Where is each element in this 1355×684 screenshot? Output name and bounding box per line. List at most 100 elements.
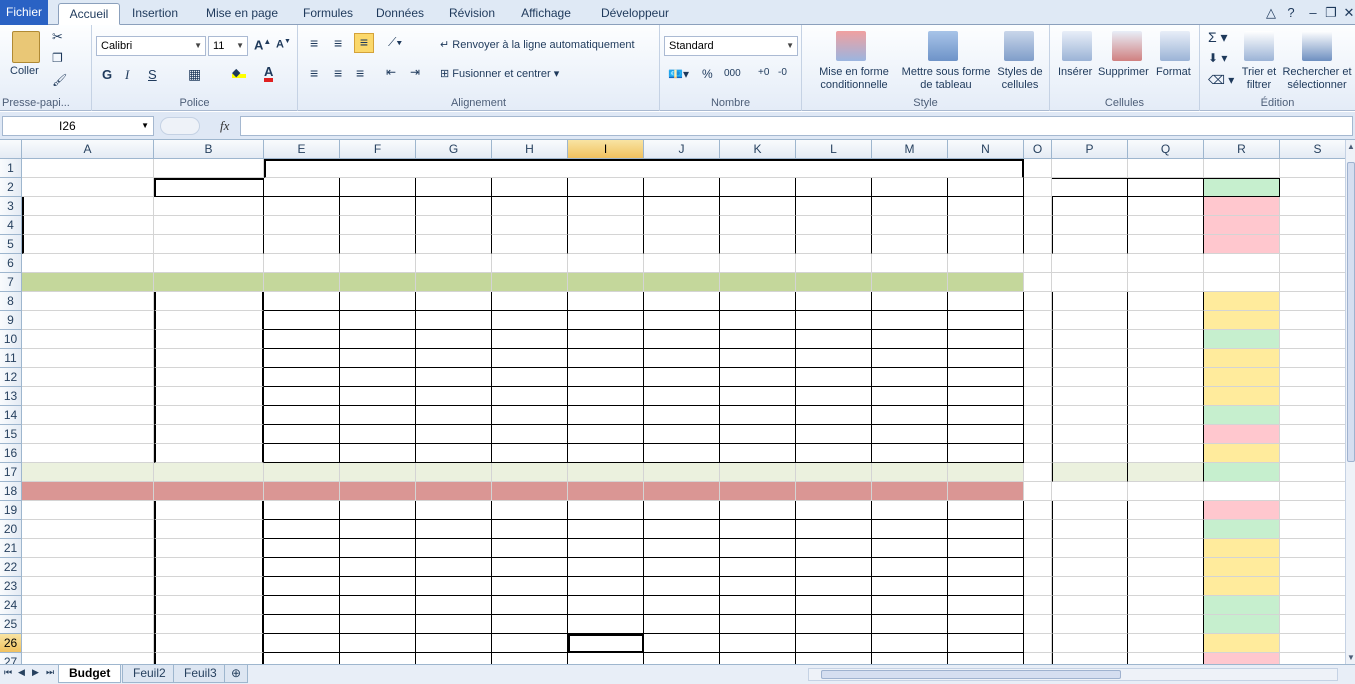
data-cell[interactable] [796,463,872,482]
data-cell[interactable] [1128,273,1204,292]
data-cell[interactable] [154,387,264,406]
data-cell[interactable] [644,235,720,254]
data-cell[interactable] [948,634,1024,653]
data-cell[interactable] [264,197,340,216]
data-cell[interactable] [568,596,644,615]
data-cell[interactable] [492,539,568,558]
data-cell[interactable] [1128,368,1204,387]
data-cell[interactable] [264,425,340,444]
borders-icon[interactable]: ▦ [188,66,201,83]
data-cell[interactable] [264,634,340,653]
data-cell[interactable] [340,539,416,558]
row-header-8[interactable]: 8 [0,292,22,311]
insert-function-button[interactable]: fx [220,118,229,134]
data-cell[interactable] [644,273,720,292]
data-cell[interactable] [416,520,492,539]
tab-r-vision[interactable]: Révision [440,3,504,25]
data-cell[interactable] [720,653,796,664]
data-cell[interactable] [872,235,948,254]
data-cell[interactable] [568,539,644,558]
row-header-11[interactable]: 11 [0,349,22,368]
data-cell[interactable] [796,235,872,254]
data-cell[interactable] [264,349,340,368]
data-cell[interactable] [1128,311,1204,330]
data-cell[interactable] [1204,615,1280,634]
data-cell[interactable] [1128,387,1204,406]
data-cell[interactable] [568,482,644,501]
data-cell[interactable] [568,368,644,387]
data-cell[interactable] [416,482,492,501]
data-cell[interactable] [1128,254,1204,273]
data-cell[interactable] [644,615,720,634]
data-cell[interactable] [1204,273,1280,292]
data-cell[interactable] [720,463,796,482]
spreadsheet-grid[interactable]: A B E F G H I J K L M N O P Q R S 1 2 3 4 5 6 7 8 9 10 11 12 13 14 15 16… [0,140,1345,664]
data-cell[interactable] [416,444,492,463]
data-cell[interactable] [154,406,264,425]
data-cell[interactable] [1052,254,1128,273]
data-cell[interactable] [872,330,948,349]
fill-color-button[interactable]: ◆ [232,66,246,79]
row-header-13[interactable]: 13 [0,387,22,406]
data-cell[interactable] [264,539,340,558]
sheet-tab-feuil2[interactable]: Feuil2 [122,665,177,683]
data-cell[interactable] [1204,216,1280,235]
data-cell[interactable] [264,558,340,577]
data-cell[interactable] [1204,368,1280,387]
data-cell[interactable] [644,539,720,558]
data-cell[interactable] [1052,349,1128,368]
data-cell[interactable] [154,539,264,558]
data-cell[interactable] [492,292,568,311]
thousands-icon[interactable]: 000 [724,68,741,79]
data-cell[interactable] [720,406,796,425]
wrap-text-button[interactable]: ↵ Renvoyer à la ligne automatiquement [440,38,635,51]
data-cell[interactable] [644,216,720,235]
data-cell[interactable] [264,615,340,634]
column-header-b[interactable]: B [154,140,264,159]
data-cell[interactable] [796,634,872,653]
align-bottom-icon[interactable]: ≡ [354,33,374,53]
data-cell[interactable] [796,273,872,292]
data-cell[interactable] [720,197,796,216]
data-cell[interactable] [1128,463,1204,482]
data-cell[interactable] [154,463,264,482]
data-cell[interactable] [1204,292,1280,311]
row-header-5[interactable]: 5 [0,235,22,254]
column-header-h[interactable]: H [492,140,568,159]
data-cell[interactable] [492,577,568,596]
data-cell[interactable] [1128,235,1204,254]
data-cell[interactable] [264,444,340,463]
data-cell[interactable] [1052,387,1128,406]
currency-icon[interactable]: 💶▾ [668,67,689,81]
column-header-m[interactable]: M [872,140,948,159]
data-cell[interactable] [1052,615,1128,634]
name-box[interactable]: I26 ▼ [2,116,154,136]
data-cell[interactable] [872,577,948,596]
insert-sheet-icon[interactable]: ⊕ [224,665,249,683]
data-cell[interactable] [1204,558,1280,577]
data-cell[interactable] [416,349,492,368]
column-header-k[interactable]: K [720,140,796,159]
data-cell[interactable] [154,273,264,292]
data-cell[interactable] [1052,330,1128,349]
data-cell[interactable] [154,292,264,311]
data-cell[interactable] [492,425,568,444]
data-cell[interactable] [1204,596,1280,615]
data-cell[interactable] [568,558,644,577]
column-header-q[interactable]: Q [1128,140,1204,159]
data-cell[interactable] [568,406,644,425]
data-cell[interactable] [1204,235,1280,254]
data-cell[interactable] [1128,216,1204,235]
data-cell[interactable] [948,387,1024,406]
data-cell[interactable] [154,330,264,349]
ribbon-collapse-icon[interactable]: △ [1262,4,1280,22]
data-cell[interactable] [644,406,720,425]
data-cell[interactable] [1204,482,1280,501]
data-cell[interactable] [340,311,416,330]
data-cell[interactable] [644,349,720,368]
data-cell[interactable] [154,311,264,330]
data-cell[interactable] [416,577,492,596]
formula-bar-resize-handle[interactable] [160,117,200,135]
data-cell[interactable] [416,634,492,653]
data-cell[interactable] [1204,444,1280,463]
